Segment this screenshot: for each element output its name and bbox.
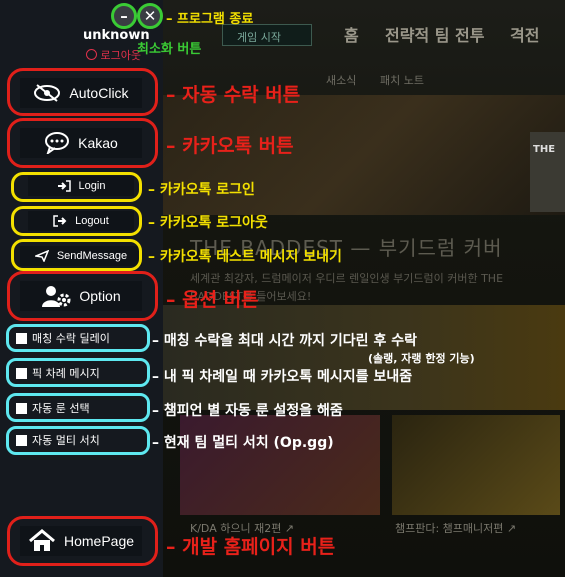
send-note-text: 카카오톡 테스트 메시지 보내기 xyxy=(159,249,342,265)
rune-note-text: 챔피언 별 자동 룬 설정을 해줌 xyxy=(163,403,343,419)
play-button[interactable]: 게임 시작 xyxy=(222,24,312,46)
tab-patch-notes[interactable]: 패치 노트 xyxy=(380,72,424,88)
multi-ring xyxy=(6,426,150,455)
login-note: – 카카오톡 로그인 xyxy=(148,179,255,199)
delay-note-text: 매칭 수락을 최대 시간 까지 기다린 후 수락 xyxy=(163,333,417,349)
send-ring xyxy=(11,239,142,271)
send-note: – 카카오톡 테스트 메시지 보내기 xyxy=(148,246,342,266)
send-note-dash: – xyxy=(148,249,160,265)
autoclick-note: – 자동 수락 버튼 xyxy=(166,84,301,106)
minimize-highlight xyxy=(111,3,137,29)
nav-tft[interactable]: 전략적 팀 전투 xyxy=(385,22,484,46)
logout-note: – 카카오톡 로그아웃 xyxy=(148,212,268,232)
rune-note-dash: – xyxy=(152,403,164,419)
delay-note-dash: – xyxy=(152,333,164,349)
logout-note-dash: – xyxy=(148,215,160,231)
kakao-note: – 카카오톡 버튼 xyxy=(166,135,294,157)
kakao-ring xyxy=(7,118,158,168)
nav-home[interactable]: 홈 xyxy=(344,22,359,46)
side-banner: THE xyxy=(530,132,565,212)
video-caption-2[interactable]: 챔프판다: 챔프매니저편 ↗ xyxy=(395,520,516,536)
option-note: – 옵션 버튼 xyxy=(166,289,259,311)
exit-note-dash: – xyxy=(166,12,178,27)
exit-note: – 프로그램 종료 xyxy=(166,8,253,27)
video-thumb-1[interactable] xyxy=(180,415,380,515)
multi-note-text: 현재 팀 멀티 서치 (Op.gg) xyxy=(163,435,334,451)
rune-note: – 챔피언 별 자동 룬 설정을 해줌 xyxy=(152,400,343,420)
homepage-ring xyxy=(7,516,158,566)
pick-note-text: 내 픽 차례일 때 카카오톡 메시지를 보내줌 xyxy=(163,369,413,385)
close-highlight xyxy=(137,3,163,29)
pick-note-dash: – xyxy=(152,369,164,385)
tab-news[interactable]: 새소식 xyxy=(326,72,356,88)
exit-note-text: 프로그램 종료 xyxy=(177,12,254,27)
login-note-dash: – xyxy=(148,182,160,198)
delay-note: – 매칭 수락을 최대 시간 까지 기다린 후 수락 xyxy=(152,330,417,350)
logout-ring xyxy=(11,206,142,236)
nav-clash[interactable]: 격전 xyxy=(510,22,539,46)
logout-link[interactable]: 로그아웃 xyxy=(86,47,141,63)
user-icon xyxy=(86,49,97,60)
logout-note-text: 카카오톡 로그아웃 xyxy=(159,215,268,231)
delay-sub-note: (솔랭, 자랭 한정 기능) xyxy=(368,352,475,365)
delay-ring xyxy=(6,324,150,352)
login-note-text: 카카오톡 로그인 xyxy=(159,182,255,198)
option-ring xyxy=(7,271,158,321)
logout-link-label: 로그아웃 xyxy=(100,49,141,62)
side-banner-label: THE xyxy=(533,144,556,155)
pick-ring xyxy=(6,358,150,387)
homepage-note: – 개발 홈페이지 버튼 xyxy=(166,536,336,558)
minimize-note: 최소화 버튼 xyxy=(137,42,202,57)
multi-note-dash: – xyxy=(152,435,164,451)
multi-note: – 현재 팀 멀티 서치 (Op.gg) xyxy=(152,432,334,452)
login-ring xyxy=(11,172,142,202)
autoclick-ring xyxy=(7,68,158,116)
featured-art xyxy=(163,305,565,410)
pick-note: – 내 픽 차례일 때 카카오톡 메시지를 보내줌 xyxy=(152,366,412,386)
video-thumb-2[interactable] xyxy=(392,415,560,515)
rune-ring xyxy=(6,393,150,422)
